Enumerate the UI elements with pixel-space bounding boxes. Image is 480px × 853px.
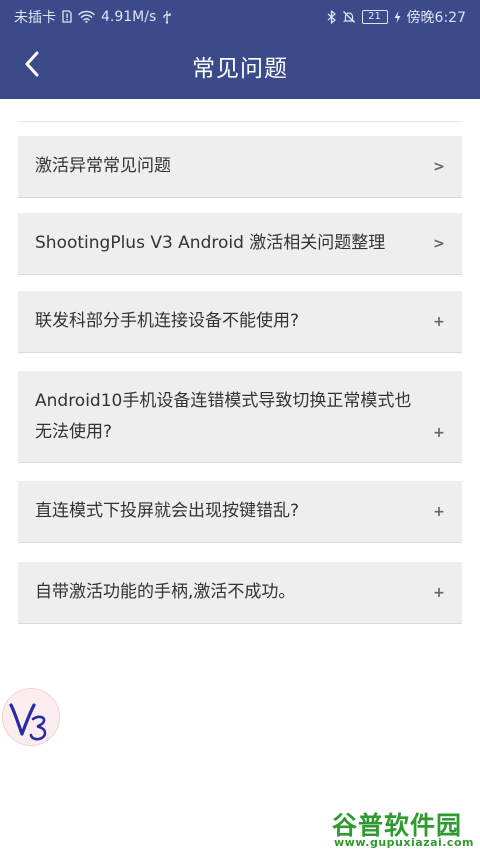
usb-icon xyxy=(162,10,172,24)
v3-logo[interactable] xyxy=(2,688,60,746)
status-right: 21 傍晚6:27 xyxy=(327,7,466,27)
plus-icon: + xyxy=(433,313,445,330)
carrier-text: 未插卡 xyxy=(14,9,56,26)
clock: 傍晚6:27 xyxy=(406,9,466,26)
faq-item-controller-activation[interactable]: 自带激活功能的手柄,激活不成功。 + xyxy=(18,562,462,624)
faq-item-android10-mode[interactable]: Android10手机设备连错模式导致切换正常模式也无法使用? + xyxy=(18,371,462,463)
wifi-icon xyxy=(78,10,95,23)
faq-item-shootingplus-activation[interactable]: ShootingPlus V3 Android 激活相关问题整理 > xyxy=(18,213,462,275)
faq-item-text: 直连模式下投屏就会出现按键错乱? xyxy=(35,501,300,521)
plus-icon: + xyxy=(433,503,445,520)
plus-icon: + xyxy=(433,584,445,601)
faq-item-text: 联发科部分手机连接设备不能使用? xyxy=(35,311,300,331)
network-speed: 4.91M/s xyxy=(101,8,157,25)
battery-indicator: 21 xyxy=(361,9,388,24)
faq-item-text: Android10手机设备连错模式导致切换正常模式也无法使用? xyxy=(35,390,412,442)
status-left: 未插卡 4.91M/s xyxy=(14,7,172,27)
faq-item-mediatek-connection[interactable]: 联发科部分手机连接设备不能使用? + xyxy=(18,291,462,353)
faq-item-text: ShootingPlus V3 Android 激活相关问题整理 xyxy=(35,233,386,253)
plus-icon: + xyxy=(433,425,445,441)
chevron-right-icon: > xyxy=(433,158,445,175)
sim-alert-icon xyxy=(62,10,72,23)
mute-bell-icon xyxy=(342,10,356,24)
faq-item-text: 自带激活功能的手柄,激活不成功。 xyxy=(35,582,296,602)
back-button[interactable] xyxy=(14,48,50,84)
chevron-left-icon xyxy=(24,51,40,81)
bluetooth-icon xyxy=(327,9,336,24)
chevron-right-icon: > xyxy=(433,235,445,252)
charging-icon xyxy=(394,10,401,23)
watermark-url: www.gupuxiazai.com xyxy=(334,836,474,849)
faq-item-text: 激活异常常见问题 xyxy=(35,156,171,176)
v3-logo-icon xyxy=(9,703,47,741)
page-title: 常见问题 xyxy=(192,56,288,82)
faq-item-activation-issues[interactable]: 激活异常常见问题 > xyxy=(18,136,462,198)
faq-item-direct-mode-keys[interactable]: 直连模式下投屏就会出现按键错乱? + xyxy=(18,481,462,543)
status-bar: 未插卡 4.91M/s 21 傍晚6:27 xyxy=(0,0,480,33)
site-watermark: 谷普软件园 www.gupuxiazai.com xyxy=(332,806,476,850)
app-bar: 常见问题 xyxy=(0,33,480,99)
divider xyxy=(18,121,462,122)
